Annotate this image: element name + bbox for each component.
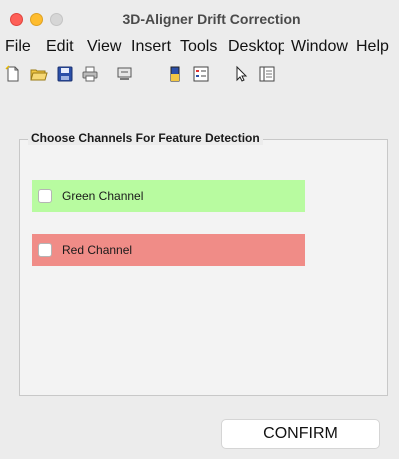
- red-channel-row[interactable]: Red Channel: [32, 234, 305, 266]
- panel-title: Choose Channels For Feature Detection: [28, 131, 263, 145]
- menu-view[interactable]: View: [87, 38, 127, 56]
- menu-file[interactable]: File: [5, 38, 39, 56]
- toolbar: [0, 62, 399, 88]
- content-area: Choose Channels For Feature Detection Gr…: [9, 95, 399, 459]
- property-editor-icon[interactable]: [258, 65, 276, 83]
- legend-icon[interactable]: [192, 65, 210, 83]
- menu-window[interactable]: Window: [291, 38, 351, 56]
- pointer-icon[interactable]: [233, 65, 251, 83]
- green-channel-checkbox[interactable]: [38, 189, 52, 203]
- red-channel-checkbox[interactable]: [38, 243, 52, 257]
- green-channel-row[interactable]: Green Channel: [32, 180, 305, 212]
- red-channel-label: Red Channel: [62, 243, 133, 257]
- menu-tools[interactable]: Tools: [180, 38, 222, 56]
- channel-selection-panel: Choose Channels For Feature Detection Gr…: [19, 131, 388, 396]
- menu-edit[interactable]: Edit: [46, 38, 80, 56]
- link-icon[interactable]: [116, 65, 134, 83]
- menu-desktop[interactable]: Desktop: [228, 38, 284, 56]
- green-channel-label: Green Channel: [62, 189, 144, 203]
- title-bar: 3D-Aligner Drift Correction: [0, 0, 399, 34]
- window-title: 3D-Aligner Drift Correction: [122, 11, 301, 27]
- menu-bar: File Edit View Insert Tools Desktop Wind…: [0, 36, 399, 60]
- colorbar-icon[interactable]: [166, 65, 184, 83]
- new-figure-icon[interactable]: [4, 65, 22, 83]
- menu-help[interactable]: Help: [356, 38, 396, 56]
- confirm-button[interactable]: CONFIRM: [221, 419, 380, 449]
- save-icon[interactable]: [56, 65, 74, 83]
- open-file-icon[interactable]: [30, 65, 48, 83]
- menu-insert[interactable]: Insert: [131, 38, 174, 56]
- print-icon[interactable]: [81, 65, 99, 83]
